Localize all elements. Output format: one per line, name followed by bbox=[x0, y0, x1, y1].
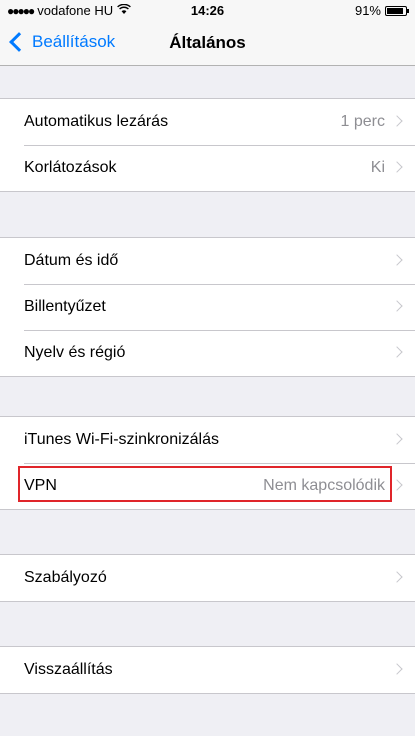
chevron-right-icon bbox=[391, 161, 403, 173]
row-label: Automatikus lezárás bbox=[24, 113, 169, 130]
chevron-right-icon bbox=[391, 479, 403, 491]
settings-row-regulatory[interactable]: Szabályozó bbox=[0, 555, 415, 601]
chevron-right-icon bbox=[391, 346, 403, 358]
chevron-right-icon bbox=[391, 254, 403, 266]
settings-row-reset[interactable]: Visszaállítás bbox=[0, 647, 415, 693]
settings-group-regulatory: Szabályozó bbox=[0, 554, 415, 602]
row-label: Korlátozások bbox=[24, 159, 117, 176]
navigation-bar: Beállítások Általános bbox=[0, 22, 415, 66]
settings-row-vpn[interactable]: VPN Nem kapcsolódik bbox=[0, 463, 415, 509]
chevron-right-icon bbox=[391, 663, 403, 675]
row-label: Visszaállítás bbox=[24, 661, 113, 678]
row-label: iTunes Wi-Fi-szinkronizálás bbox=[24, 431, 219, 448]
settings-group-sync: iTunes Wi-Fi-szinkronizálás VPN Nem kapc… bbox=[0, 416, 415, 510]
settings-group-locale: Dátum és idő Billentyűzet Nyelv és régió bbox=[0, 237, 415, 377]
settings-group-lock: Automatikus lezárás 1 perc Korlátozások … bbox=[0, 98, 415, 192]
settings-row-keyboard[interactable]: Billentyűzet bbox=[0, 284, 415, 330]
status-bar: ●●●●● vodafone HU 14:26 91% bbox=[0, 0, 415, 22]
settings-row-auto-lock[interactable]: Automatikus lezárás 1 perc bbox=[0, 99, 415, 145]
row-label: Nyelv és régió bbox=[24, 344, 126, 361]
chevron-right-icon bbox=[391, 571, 403, 583]
settings-row-restrictions[interactable]: Korlátozások Ki bbox=[0, 145, 415, 191]
chevron-right-icon bbox=[391, 433, 403, 445]
status-right: 91% bbox=[354, 3, 409, 18]
settings-row-date-time[interactable]: Dátum és idő bbox=[0, 238, 415, 284]
row-label: VPN bbox=[24, 477, 57, 494]
settings-row-language-region[interactable]: Nyelv és régió bbox=[0, 330, 415, 376]
settings-row-itunes-wifi-sync[interactable]: iTunes Wi-Fi-szinkronizálás bbox=[0, 417, 415, 463]
row-label: Billentyűzet bbox=[24, 298, 106, 315]
row-label: Dátum és idő bbox=[24, 252, 119, 269]
chevron-right-icon bbox=[391, 115, 403, 127]
status-time: 14:26 bbox=[190, 3, 225, 18]
row-value: Nem kapcsolódik bbox=[263, 477, 385, 494]
row-value: Ki bbox=[370, 159, 385, 176]
battery-percent: 91% bbox=[354, 3, 381, 18]
chevron-right-icon bbox=[391, 300, 403, 312]
row-label: Szabályozó bbox=[24, 569, 107, 586]
row-value: 1 perc bbox=[340, 113, 385, 130]
battery-icon bbox=[385, 5, 409, 16]
settings-group-reset: Visszaállítás bbox=[0, 646, 415, 694]
page-title: Általános bbox=[169, 33, 246, 52]
battery-fill bbox=[387, 7, 404, 14]
